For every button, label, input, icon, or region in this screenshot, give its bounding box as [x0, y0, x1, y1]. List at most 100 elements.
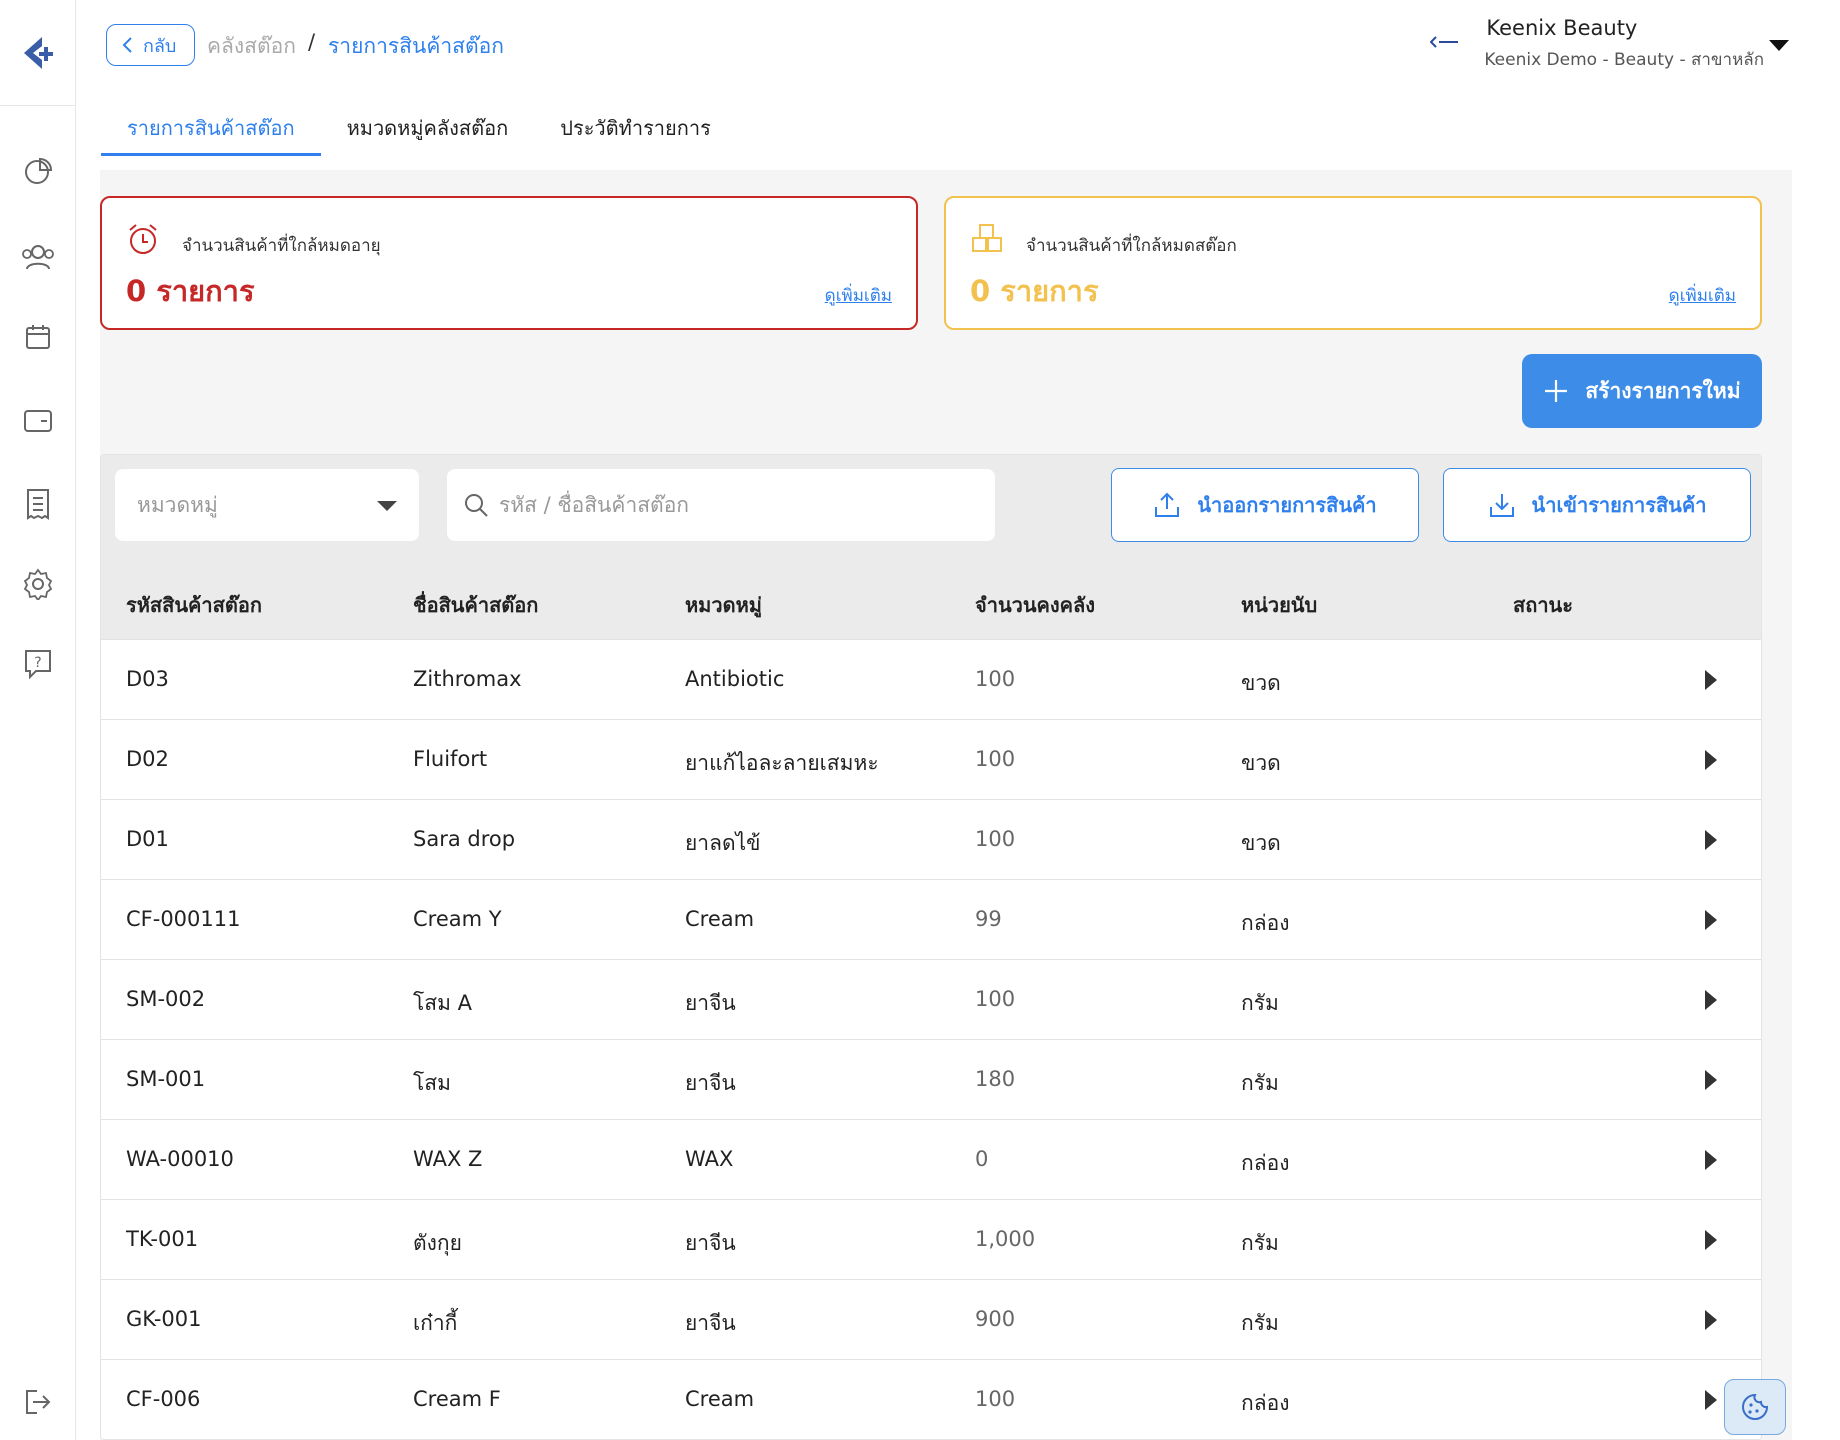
table-row[interactable]: D02 Fluifort ยาแก้ไอละลายเสมหะ 100 ขวด: [101, 719, 1761, 799]
nav-customers[interactable]: [0, 242, 76, 272]
cell-code: D01: [126, 827, 169, 851]
cell-unit: ขวด: [1241, 751, 1281, 775]
row-arrow-icon[interactable]: [1705, 1150, 1717, 1170]
cell-quantity: 100: [975, 747, 1016, 771]
chevron-left-icon: [122, 37, 132, 53]
table-body: D03 Zithromax Antibiotic 100 ขวด D02 Flu…: [101, 639, 1761, 1439]
header-code[interactable]: รหัสสินค้าสต๊อก: [126, 589, 262, 621]
nav-calendar[interactable]: [0, 323, 76, 351]
low-stock-label: จำนวนสินค้าที่ใกล้หมดสต๊อก: [1026, 236, 1237, 256]
cell-name: Cream F: [413, 1387, 501, 1411]
nav-receipt[interactable]: [0, 488, 76, 520]
cell-code: WA-00010: [126, 1147, 234, 1171]
plus-icon: [1545, 380, 1568, 402]
table-header: รหัสสินค้าสต๊อก ชื่อสินค้าสต๊อก หมวดหมู่…: [101, 559, 1761, 639]
cell-category: ยาจีน: [685, 1071, 736, 1095]
cell-category: Antibiotic: [685, 667, 785, 691]
app-logo-icon: [24, 36, 53, 69]
upload-icon: [1155, 492, 1180, 517]
table-row[interactable]: WA-00010 WAX Z WAX 0 กล่อง: [101, 1119, 1761, 1199]
expiring-more-link[interactable]: ดูเพิ่มเติม: [825, 282, 892, 309]
table-row[interactable]: D01 Sara drop ยาลดไข้ 100 ขวด: [101, 799, 1761, 879]
row-arrow-icon[interactable]: [1705, 1230, 1717, 1250]
low-stock-card: จำนวนสินค้าที่ใกล้หมดสต๊อก 0 รายการ ดูเพ…: [944, 196, 1762, 330]
expiring-count: 0 รายการ: [126, 274, 255, 308]
low-stock-more-link[interactable]: ดูเพิ่มเติม: [1669, 282, 1736, 309]
chevron-down-icon: [377, 501, 397, 511]
nav-settings[interactable]: [0, 568, 76, 600]
table-row[interactable]: GK-001 เก๋ากี้ ยาจีน 900 กรัม: [101, 1279, 1761, 1359]
app-logo[interactable]: [0, 0, 76, 106]
table-row[interactable]: CF-006 Cream F Cream 100 กล่อง: [101, 1359, 1761, 1439]
row-arrow-icon[interactable]: [1705, 910, 1717, 930]
cell-quantity: 100: [975, 667, 1016, 691]
cell-name: Cream Y: [413, 907, 502, 931]
content-area: จำนวนสินค้าที่ใกล้หมดอายุ 0 รายการ ดูเพิ…: [100, 170, 1792, 1440]
nav-help[interactable]: ?: [0, 648, 76, 680]
header-status[interactable]: สถานะ: [1513, 589, 1573, 621]
import-label: นำเข้ารายการสินค้า: [1531, 493, 1707, 517]
cell-unit: กรัม: [1241, 991, 1279, 1015]
boxes-icon: [970, 222, 1004, 260]
org-logo-icon: [1429, 36, 1458, 48]
header-unit[interactable]: หน่วยนับ: [1241, 589, 1317, 621]
tab-bar: รายการสินค้าสต๊อก หมวดหมู่คลังสต๊อก ประว…: [101, 98, 737, 156]
pie-chart-icon: [25, 157, 53, 184]
row-arrow-icon[interactable]: [1705, 1070, 1717, 1090]
cell-code: CF-000111: [126, 907, 241, 931]
org-switcher[interactable]: Keenix Beauty Keenix Demo - Beauty - สาข…: [1484, 16, 1764, 73]
row-arrow-icon[interactable]: [1705, 670, 1717, 690]
cell-code: GK-001: [126, 1307, 202, 1331]
tab-stock-categories[interactable]: หมวดหมู่คลังสต๊อก: [321, 98, 535, 156]
cell-category: ยาแก้ไอละลายเสมหะ: [685, 751, 879, 775]
breadcrumb-current: รายการสินค้าสต๊อก: [328, 34, 504, 58]
cell-unit: กล่อง: [1241, 1151, 1290, 1175]
row-arrow-icon[interactable]: [1705, 1310, 1717, 1330]
cookie-settings-button[interactable]: [1724, 1379, 1786, 1435]
row-arrow-icon[interactable]: [1705, 830, 1717, 850]
stock-table-panel: หมวดหมู่ รหัส / ชื่อสินค้าสต๊อก นำออกราย…: [100, 454, 1762, 1440]
chevron-down-icon[interactable]: [1768, 38, 1790, 57]
search-input[interactable]: รหัส / ชื่อสินค้าสต๊อก: [447, 469, 995, 541]
cell-unit: กล่อง: [1241, 911, 1290, 935]
category-select[interactable]: หมวดหมู่: [115, 469, 419, 541]
row-arrow-icon[interactable]: [1705, 750, 1717, 770]
cell-code: SM-001: [126, 1067, 206, 1091]
create-new-button[interactable]: สร้างรายการใหม่: [1522, 354, 1762, 428]
search-placeholder: รหัส / ชื่อสินค้าสต๊อก: [499, 492, 690, 517]
header-category[interactable]: หมวดหมู่: [685, 589, 762, 621]
cell-code: D03: [126, 667, 169, 691]
table-row[interactable]: SM-001 โสม ยาจีน 180 กรัม: [101, 1039, 1761, 1119]
tab-history[interactable]: ประวัติทำรายการ: [534, 98, 737, 156]
table-row[interactable]: CF-000111 Cream Y Cream 99 กล่อง: [101, 879, 1761, 959]
breadcrumb-separator: /: [308, 30, 316, 54]
nav-dashboard[interactable]: [0, 156, 76, 186]
row-arrow-icon[interactable]: [1705, 990, 1717, 1010]
breadcrumb-parent[interactable]: คลังสต๊อก: [207, 30, 296, 63]
cookie-icon: [1742, 1393, 1769, 1420]
tab-stock-items[interactable]: รายการสินค้าสต๊อก: [101, 98, 321, 156]
users-icon: [22, 245, 54, 270]
table-row[interactable]: SM-002 โสม A ยาจีน 100 กรัม: [101, 959, 1761, 1039]
org-name: Keenix Beauty: [1486, 16, 1638, 40]
import-button[interactable]: นำเข้ารายการสินค้า: [1443, 468, 1751, 542]
cell-category: ยาลดไข้: [685, 831, 761, 855]
row-arrow-icon[interactable]: [1705, 1390, 1717, 1410]
wallet-icon: [24, 410, 52, 432]
header-quantity[interactable]: จำนวนคงคลัง: [975, 589, 1095, 621]
export-button[interactable]: นำออกรายการสินค้า: [1111, 468, 1419, 542]
table-row[interactable]: TK-001 ตังกุย ยาจีน 1,000 กรัม: [101, 1199, 1761, 1279]
cell-code: SM-002: [126, 987, 206, 1011]
back-button[interactable]: กลับ: [106, 24, 195, 66]
header-name[interactable]: ชื่อสินค้าสต๊อก: [413, 589, 538, 621]
org-logo: [1429, 34, 1460, 53]
table-row[interactable]: D03 Zithromax Antibiotic 100 ขวด: [101, 639, 1761, 719]
cell-quantity: 99: [975, 907, 1002, 931]
cell-code: CF-006: [126, 1387, 201, 1411]
cell-name: Sara drop: [413, 827, 516, 851]
nav-logout[interactable]: [0, 1388, 76, 1416]
download-icon: [1489, 494, 1514, 517]
cell-code: D02: [126, 747, 169, 771]
nav-wallet[interactable]: [0, 408, 76, 434]
alarm-clock-icon: [126, 222, 160, 260]
